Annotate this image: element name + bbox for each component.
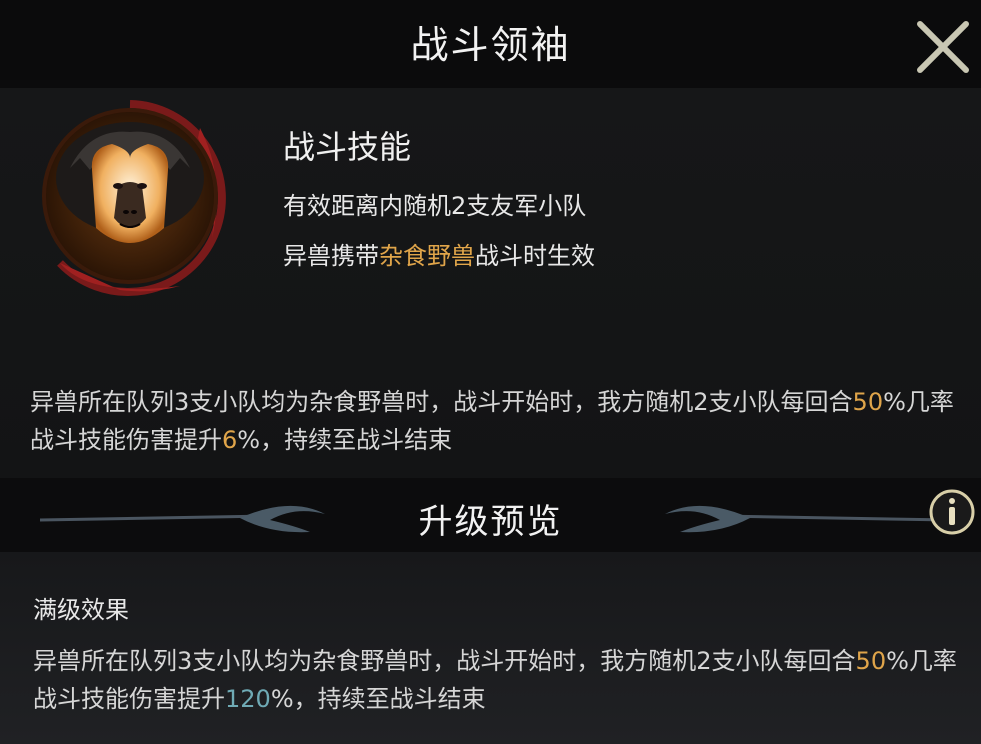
max-chance-value: 50 — [855, 647, 887, 675]
effect-chance-value: 50 — [852, 388, 884, 416]
beast-type-highlight: 杂食野兽 — [379, 242, 475, 270]
max-effect-part1: 异兽所在队列3支小队均为杂食野兽时，战斗开始时，我方随机2支小队每回合 — [33, 647, 856, 675]
skill-range-text: 有效距离内随机2支友军小队 — [283, 192, 587, 220]
close-x-icon[interactable] — [912, 18, 974, 76]
right-wing-ornament-icon — [665, 505, 950, 533]
max-level-effect-text: 异兽所在队列3支小队均为杂食野兽时，战斗开始时，我方随机2支小队每回合50%几率… — [33, 642, 968, 718]
condition-suffix: 战斗时生效 — [475, 242, 595, 270]
max-level-label: 满级效果 — [33, 596, 129, 624]
condition-prefix: 异兽携带 — [283, 242, 379, 270]
effect-part1: 异兽所在队列3支小队均为杂食野兽时，战斗开始时，我方随机2支小队每回合 — [30, 388, 853, 416]
effect-boost-value: 6 — [222, 426, 238, 454]
effect-part3: %，持续至战斗结束 — [237, 426, 453, 454]
max-boost-value: 120 — [225, 685, 271, 713]
skill-title: 战斗技能 — [283, 128, 412, 166]
monkey-portrait-icon — [42, 100, 226, 296]
max-effect-part3: %，持续至战斗结束 — [270, 685, 486, 713]
page-title: 战斗领袖 — [410, 23, 571, 67]
current-effect-text: 异兽所在队列3支小队均为杂食野兽时，战斗开始时，我方随机2支小队每回合50%几率… — [30, 383, 965, 459]
info-icon[interactable] — [928, 488, 976, 536]
skill-condition-text: 异兽携带杂食野兽战斗时生效 — [283, 236, 595, 271]
